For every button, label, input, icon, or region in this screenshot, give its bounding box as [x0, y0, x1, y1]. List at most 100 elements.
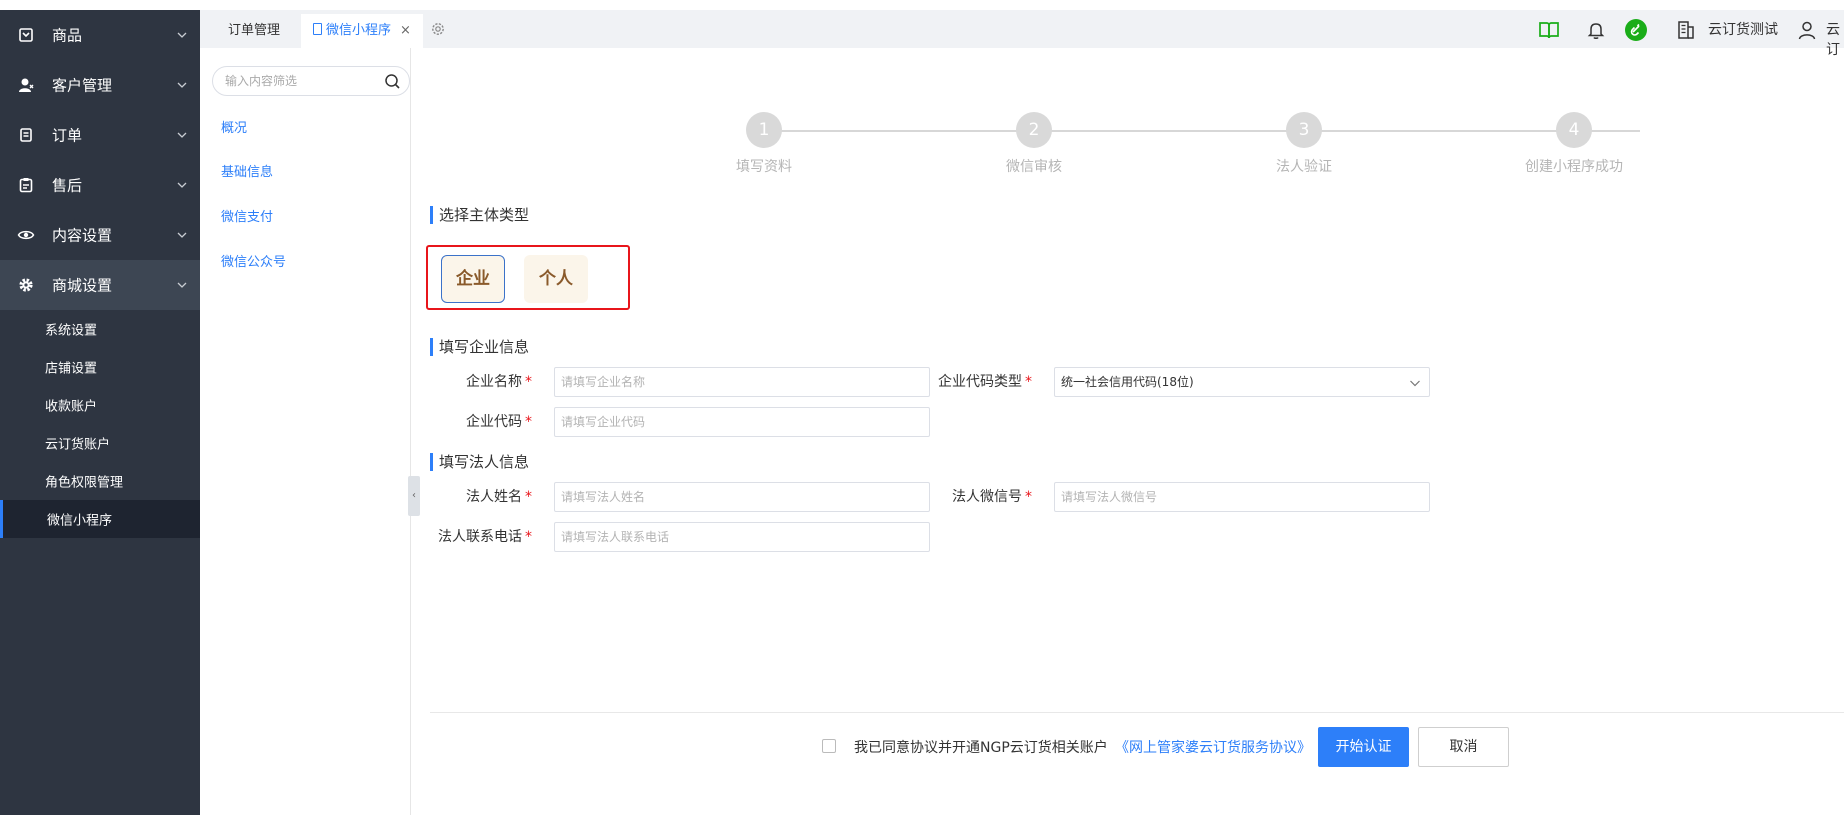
sidebar-item-label: 商城设置	[52, 276, 113, 295]
search-icon[interactable]	[384, 73, 401, 90]
menu-link-overview[interactable]: 概况	[221, 117, 247, 136]
top-tab-bar: 订单管理 微信小程序 × 云订货测试 云订	[200, 10, 1844, 58]
required-mark: *	[1025, 374, 1032, 390]
sidebar-sub-item-label: 云订货账户	[45, 437, 111, 453]
order-icon	[20, 128, 32, 142]
step-circle-2: 2	[1016, 112, 1052, 148]
legal-name-label: 法人姓名 *	[466, 489, 532, 505]
required-mark: *	[525, 414, 532, 430]
section-title-legal-info: 填写法人信息	[430, 453, 529, 471]
user-icon	[19, 78, 34, 92]
company-code-label: 企业代码 *	[466, 414, 532, 430]
menu-search-input[interactable]	[213, 67, 383, 95]
company-name-label: 企业名称 *	[466, 374, 532, 390]
sidebar-item-after-sales[interactable]: 售后	[0, 160, 200, 210]
section-title-entity-type: 选择主体类型	[430, 206, 529, 224]
stepper-line	[764, 130, 1640, 132]
step-label-3: 法人验证	[1276, 159, 1332, 175]
bell-icon[interactable]	[1585, 19, 1607, 41]
gear-icon	[19, 278, 33, 292]
legal-phone-input[interactable]	[554, 522, 930, 552]
footer-divider	[430, 712, 1844, 713]
entity-type-highlight-box: 企业 个人	[426, 245, 630, 310]
required-mark: *	[525, 529, 532, 545]
chevron-down-icon	[177, 132, 187, 138]
sidebar-item-orders[interactable]: 订单	[0, 110, 200, 160]
sidebar-sub-item-cloud-order-account[interactable]: 云订货账户	[0, 424, 200, 462]
sidebar-sub-item-label: 角色权限管理	[45, 475, 124, 491]
chevron-down-icon	[177, 232, 187, 238]
agree-text: 我已同意协议并开通NGP云订货相关账户	[854, 740, 1108, 756]
chevron-down-icon	[177, 282, 187, 288]
sidebar-sub-item-store-settings[interactable]: 店铺设置	[0, 348, 200, 386]
step-label-4: 创建小程序成功	[1525, 159, 1623, 175]
sidebar-item-content-settings[interactable]: 内容设置	[0, 210, 200, 260]
required-mark: *	[525, 489, 532, 505]
building-icon	[1678, 21, 1694, 39]
sidebar-item-label: 商品	[52, 26, 83, 45]
agree-checkbox[interactable]	[822, 739, 836, 753]
tab-label: 订单管理	[228, 23, 281, 38]
box-icon	[19, 28, 33, 42]
menu-link-wechat-official-account[interactable]: 微信公众号	[221, 251, 286, 270]
step-circle-4: 4	[1556, 112, 1592, 148]
cancel-button[interactable]: 取消	[1418, 727, 1509, 767]
clipboard-icon	[19, 178, 33, 193]
eye-icon	[17, 230, 35, 240]
sidebar-item-mall-settings[interactable]: 商城设置	[0, 260, 200, 310]
sidebar-sub-item-system-settings[interactable]: 系统设置	[0, 310, 200, 348]
sidebar-sub-item-label: 收款账户	[45, 399, 98, 415]
code-type-value: 统一社会信用代码(18位)	[1061, 375, 1194, 389]
step-circle-1: 1	[746, 112, 782, 148]
sidebar-sub-item-payment-account[interactable]: 收款账户	[0, 386, 200, 424]
menu-link-wechat-pay[interactable]: 微信支付	[221, 206, 273, 225]
sidebar-item-label: 售后	[52, 176, 83, 195]
step-circle-3: 3	[1286, 112, 1322, 148]
gear-icon[interactable]	[430, 21, 446, 37]
step-label-2: 微信审核	[1006, 159, 1062, 175]
code-type-select[interactable]: 统一社会信用代码(18位)	[1054, 367, 1430, 397]
close-icon[interactable]: ×	[400, 23, 411, 38]
chevron-down-icon	[177, 32, 187, 38]
legal-wechat-label: 法人微信号 *	[952, 489, 1032, 505]
book-icon[interactable]	[1538, 19, 1560, 41]
company-name: 云订货测试	[1708, 22, 1778, 38]
chevron-down-icon	[1410, 380, 1420, 387]
legal-wechat-input[interactable]	[1054, 482, 1430, 512]
link-icon[interactable]	[1625, 19, 1647, 41]
start-verification-button[interactable]: 开始认证	[1318, 727, 1409, 767]
secondary-menu: 概况 基础信息 微信支付 微信公众号	[200, 48, 411, 815]
menu-link-basic-info[interactable]: 基础信息	[221, 161, 273, 180]
sidebar-top-gap	[0, 0, 200, 10]
user-icon[interactable]	[1796, 19, 1818, 41]
service-agreement-link[interactable]: 《网上管家婆云订货服务协议》	[1115, 737, 1311, 757]
company-name-input[interactable]	[554, 367, 930, 397]
sidebar-item-label: 订单	[52, 126, 83, 145]
sidebar-item-label: 内容设置	[52, 226, 113, 245]
required-mark: *	[525, 374, 532, 390]
sidebar-sub-item-label: 店铺设置	[45, 361, 98, 377]
sidebar-sub-item-label: 系统设置	[45, 323, 98, 339]
section-title-company-info: 填写企业信息	[430, 338, 529, 356]
sidebar-item-label: 客户管理	[52, 76, 113, 95]
step-label-1: 填写资料	[736, 159, 792, 175]
entity-type-enterprise-button[interactable]: 企业	[441, 255, 505, 303]
tab-label: 微信小程序	[326, 23, 392, 38]
sidebar-sub-item-label: 微信小程序	[47, 513, 113, 529]
chevron-down-icon	[177, 82, 187, 88]
legal-name-input[interactable]	[554, 482, 930, 512]
menu-search-box	[212, 66, 410, 96]
tab-wechat-mini-program[interactable]: 微信小程序 ×	[301, 14, 423, 48]
sidebar-sub-item-wechat-mini-program[interactable]: 微信小程序	[0, 500, 200, 538]
required-mark: *	[1025, 489, 1032, 505]
sidebar-item-goods[interactable]: 商品	[0, 10, 200, 60]
chevron-down-icon	[177, 182, 187, 188]
entity-type-individual-button[interactable]: 个人	[524, 255, 588, 303]
main-sidebar: 商品 客户管理 订单 售后 内容设置 商城设置 系统设置 店铺设置 收款账户 云…	[0, 0, 200, 815]
code-type-label: 企业代码类型 *	[938, 374, 1032, 390]
sidebar-sub-item-role-permissions[interactable]: 角色权限管理	[0, 462, 200, 500]
tab-order-management[interactable]: 订单管理	[216, 14, 292, 48]
sidebar-item-customers[interactable]: 客户管理	[0, 60, 200, 110]
company-code-input[interactable]	[554, 407, 930, 437]
main-content: 1 2 3 4 填写资料 微信审核 法人验证 创建小程序成功 选择主体类型 企业…	[412, 48, 1844, 815]
